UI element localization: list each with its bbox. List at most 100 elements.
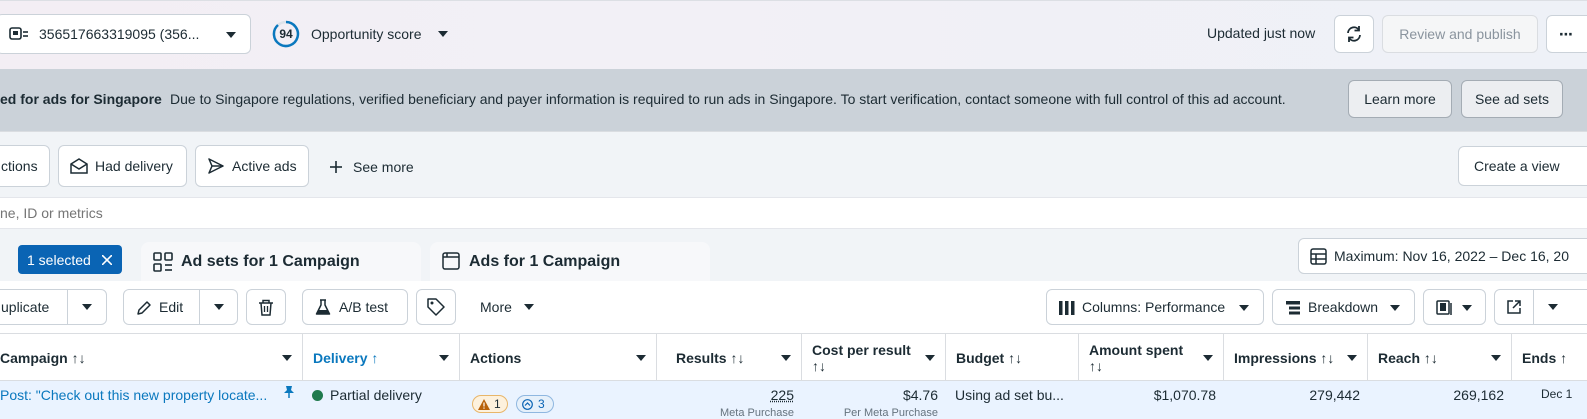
ab-test-button[interactable]: A/B test [302,289,408,325]
warning-count: 1 [494,397,501,411]
create-view-label: Create a view [1474,158,1560,174]
chevron-down-icon[interactable] [1203,355,1213,361]
create-view-button[interactable]: Create a view [1458,146,1587,186]
edit-button[interactable]: Edit [123,289,200,325]
column-header-label: Ends ↑ [1522,349,1568,366]
budget-value: Using ad set bu... [955,387,1064,403]
see-ad-sets-button[interactable]: See ad sets [1461,80,1563,118]
duplicate-button[interactable]: uplicate [0,289,68,325]
search-bar [0,197,1587,229]
learn-more-button[interactable]: Learn more [1348,80,1452,118]
table-header: Campaign ↑↓ Delivery ↑ Actions Results ↑… [0,333,1587,381]
export-icon [1507,300,1521,314]
warning-icon [478,399,490,410]
column-header-campaign[interactable]: Campaign ↑↓ [0,334,303,381]
cell-results: 225 Meta Purchase [657,381,802,419]
breakdown-button[interactable]: Breakdown [1272,289,1415,325]
reports-icon [1436,300,1452,315]
info-badge[interactable]: 3 [516,395,554,413]
reports-button[interactable] [1423,289,1486,325]
filter-active-ads-label: Active ads [232,158,297,174]
cell-budget: Using ad set bu... [946,381,1079,419]
table-row[interactable]: Post: "Check out this new property locat… [0,381,1587,419]
column-header-impressions[interactable]: Impressions ↑↓ [1224,334,1368,381]
more-button[interactable]: More [470,289,540,325]
score-value: 94 [279,27,293,41]
column-header-actions[interactable]: Actions [460,334,657,381]
column-header-label: Reach ↑↓ [1378,349,1438,366]
chevron-down-icon[interactable] [1347,355,1357,361]
column-header-label: Cost per result [812,341,911,358]
edit-dropdown-button[interactable] [199,289,238,325]
cell-impressions: 279,442 [1224,381,1368,419]
tab-ads-label: Ads for 1 Campaign [469,252,621,270]
column-header-label: Campaign ↑↓ [0,349,86,366]
tag-button[interactable] [416,289,456,325]
close-icon[interactable] [102,255,112,265]
campaign-link[interactable]: Post: "Check out this new property locat… [0,387,267,403]
pencil-icon [137,301,151,315]
tab-ad-sets[interactable]: Ad sets for 1 Campaign [141,242,421,281]
filter-actions-button[interactable]: ctions [0,145,50,187]
date-range-button[interactable]: Maximum: Nov 16, 2022 – Dec 16, 20 [1298,238,1587,274]
opportunity-label: Opportunity score [311,26,422,42]
pin-icon[interactable] [283,385,295,399]
tab-ad-sets-label: Ad sets for 1 Campaign [181,252,360,270]
envelope-icon [70,158,88,174]
columns-button[interactable]: Columns: Performance [1046,289,1264,325]
see-more-button[interactable]: See more [330,158,420,178]
column-header-label: Actions [470,349,522,366]
cell-delivery: Partial delivery [303,381,460,419]
opportunity-score[interactable]: 94 Opportunity score [272,20,452,48]
columns-icon [1059,301,1075,315]
level-tabs: 1 selected Ad sets for 1 Campaign Ads fo… [0,229,1587,281]
column-header-label: Amount spent [1089,341,1184,358]
chevron-down-icon[interactable] [282,355,292,361]
duplicate-dropdown-button[interactable] [67,289,107,325]
review-publish-button[interactable]: Review and publish [1382,15,1538,53]
column-header-cost-per-result[interactable]: Cost per result ↑↓ [802,334,946,381]
sort-icon: ↑↓ [812,357,826,374]
reach-value: 269,162 [1453,387,1504,403]
duplicate-label: uplicate [1,299,50,315]
account-selector[interactable]: 356517663319095 (356... [0,14,251,54]
search-input[interactable] [0,201,1000,225]
chevron-down-icon [82,304,92,310]
chevron-down-icon[interactable] [925,355,935,361]
refresh-button[interactable] [1334,15,1374,53]
delivery-status-dot [312,390,323,401]
more-options-button[interactable]: ⋯ [1546,15,1587,53]
chevron-down-icon[interactable] [439,355,449,361]
export-dropdown-button[interactable] [1533,289,1587,325]
chevron-down-icon [1390,305,1400,311]
updated-status: Updated just now [1207,25,1316,41]
filter-had-delivery-button[interactable]: Had delivery [58,145,187,187]
refresh-icon [1347,26,1361,42]
warning-badge[interactable]: 1 [472,395,508,413]
more-label: More [480,299,512,315]
action-toolbar: uplicate Edit A/B test More Columns: Per… [0,281,1587,333]
column-header-label: Impressions ↑↓ [1234,349,1335,366]
chevron-down-icon[interactable] [636,355,646,361]
column-header-results[interactable]: Results ↑↓ [657,334,802,381]
cell-campaign[interactable]: Post: "Check out this new property locat… [0,381,280,419]
delete-button[interactable] [246,289,286,325]
column-header-delivery[interactable]: Delivery ↑ [303,334,460,381]
selected-chip[interactable]: 1 selected [18,245,122,274]
singapore-verification-banner: ed for ads for Singapore Due to Singapor… [0,69,1587,131]
chevron-down-icon[interactable] [781,355,791,361]
filter-active-ads-button[interactable]: Active ads [195,145,309,187]
results-value[interactable]: 225 [771,387,794,403]
tab-ads[interactable]: Ads for 1 Campaign [430,242,710,281]
column-header-reach[interactable]: Reach ↑↓ [1368,334,1512,381]
edit-label: Edit [159,299,184,315]
date-range-label: Maximum: Nov 16, 2022 – Dec 16, 20 [1334,248,1570,264]
column-header-ends[interactable]: Ends ↑ [1512,334,1587,381]
column-header-label: Results ↑↓ [676,349,745,366]
column-header-amount-spent[interactable]: Amount spent ↑↓ [1079,334,1224,381]
chevron-down-icon [226,32,236,38]
export-button[interactable] [1494,289,1534,325]
column-header-budget[interactable]: Budget ↑↓ [946,334,1079,381]
chevron-down-icon[interactable] [1491,355,1501,361]
breakdown-icon [1286,301,1300,315]
